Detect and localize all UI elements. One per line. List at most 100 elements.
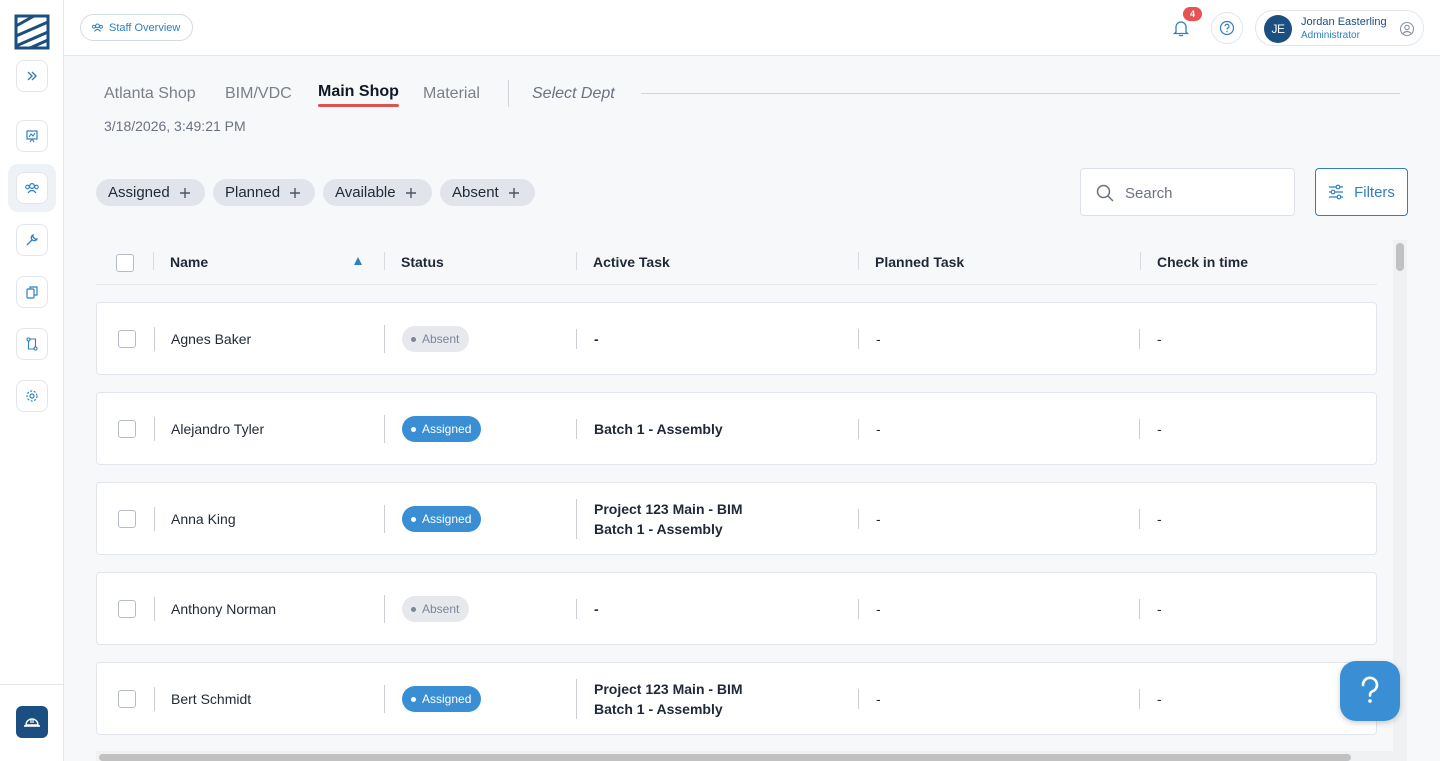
row-checkbox[interactable] [118,510,136,528]
sort-ascending-icon[interactable] [354,257,362,265]
column-header-planned-task[interactable]: Planned Task [875,254,964,270]
copy-icon [26,286,38,299]
table-row[interactable]: Alejandro Tyler Assigned Batch 1 - Assem… [96,392,1377,465]
expand-sidebar-button[interactable] [16,60,48,92]
staff-icon [92,23,103,32]
chip-available[interactable]: Available [323,179,432,206]
notification-badge: 4 [1183,7,1202,21]
column-header-status[interactable]: Status [401,254,444,270]
avatar: JE [1264,15,1292,43]
check-in-time: - [1157,511,1162,527]
chip-label: Planned [225,184,281,201]
chip-absent[interactable]: Absent [440,179,535,206]
search-box [1080,168,1295,216]
table-header: Name Status Active Task Planned Task Che… [96,240,1377,285]
column-divider [1140,252,1141,270]
cell-divider [858,419,859,439]
cell-divider [1139,419,1140,439]
active-tab-indicator [318,104,399,107]
cell-divider [1139,599,1140,619]
presentation-icon [26,130,38,143]
chip-assigned[interactable]: Assigned [96,179,205,206]
chevrons-right-icon [27,71,37,81]
cell-divider [384,325,385,353]
user-menu[interactable]: JE Jordan Easterling Administrator [1255,10,1424,46]
column-header-active-task[interactable]: Active Task [593,254,670,270]
question-circle-icon [1219,20,1235,36]
sidebar-item-tools[interactable] [8,216,56,264]
table-row[interactable]: Bert Schmidt Assigned Project 123 Main -… [96,662,1377,735]
sidebar-item-documents[interactable] [8,268,56,316]
sidebar-item-workflow[interactable] [8,320,56,368]
cell-divider [858,329,859,349]
cell-divider [858,509,859,529]
sidebar-item-dashboard[interactable] [8,112,56,160]
planned-task: - [876,511,881,527]
cell-divider [576,329,577,349]
staff-name: Alejandro Tyler [171,421,265,437]
row-checkbox[interactable] [118,600,136,618]
row-checkbox[interactable] [118,690,136,708]
cell-divider [154,327,155,351]
select-all-checkbox[interactable] [116,254,134,272]
table-row[interactable]: Anna King Assigned Project 123 Main - BI… [96,482,1377,555]
column-divider [858,252,859,270]
chip-label: Available [335,184,396,201]
horizontal-scrollbar[interactable] [96,751,1393,761]
check-in-time: - [1157,601,1162,617]
sidebar-item-settings[interactable] [8,372,56,420]
cell-divider [154,417,155,441]
column-header-name[interactable]: Name [170,254,208,270]
status-badge: Assigned [402,416,482,442]
help-chat-button[interactable] [1340,661,1400,721]
table-row[interactable]: Anthony Norman Absent - - - [96,572,1377,645]
status-badge: Assigned [402,506,482,532]
shop-floor-button[interactable] [16,706,48,738]
tab-material[interactable]: Material [423,84,480,106]
horizontal-scroll-thumb[interactable] [99,754,1351,761]
chip-label: Assigned [108,184,170,201]
cell-divider [384,685,385,713]
cell-divider [576,599,577,619]
breadcrumb[interactable]: Staff Overview [80,14,194,41]
search-input[interactable] [1125,181,1285,205]
staff-name: Anna King [171,511,236,527]
column-header-check-in-time[interactable]: Check in time [1157,254,1248,270]
column-divider [576,252,577,270]
active-task: - [594,331,599,347]
gear-icon [26,390,38,402]
tab-bim-vdc[interactable]: BIM/VDC [225,84,292,106]
sidebar-item-staff[interactable] [8,164,56,212]
check-in-time: - [1157,691,1162,707]
planned-task: - [876,691,881,707]
staff-icon [25,182,39,194]
cell-divider [384,505,385,533]
help-button[interactable] [1211,12,1243,44]
tab-atlanta-shop[interactable]: Atlanta Shop [104,84,196,106]
cell-divider [858,599,859,619]
sliders-icon [1329,184,1344,200]
cell-divider [1139,689,1140,709]
filters-button[interactable]: Filters [1315,168,1408,216]
status-badge: Assigned [402,686,482,712]
breadcrumb-label: Staff Overview [109,21,181,34]
tab-main-shop[interactable]: Main Shop [318,82,399,104]
app-logo[interactable] [14,14,50,50]
row-checkbox[interactable] [118,330,136,348]
staff-name: Bert Schmidt [171,691,252,707]
check-in-time: - [1157,421,1162,437]
cell-divider [1139,509,1140,529]
planned-task: - [876,421,881,437]
select-dept-dropdown[interactable]: Select Dept [532,84,615,104]
chip-planned[interactable]: Planned [213,179,315,206]
vertical-scroll-thumb[interactable] [1396,243,1404,271]
sidebar [0,0,64,761]
row-checkbox[interactable] [118,420,136,438]
top-header: Staff Overview 4 JE Jordan Easterling Ad… [64,0,1440,56]
planned-task: - [876,601,881,617]
cell-divider [154,507,155,531]
search-icon [1096,184,1114,202]
active-task: Project 123 Main - BIM [594,501,743,517]
table-row[interactable]: Agnes Baker Absent - - - [96,302,1377,375]
cell-divider [576,679,577,719]
